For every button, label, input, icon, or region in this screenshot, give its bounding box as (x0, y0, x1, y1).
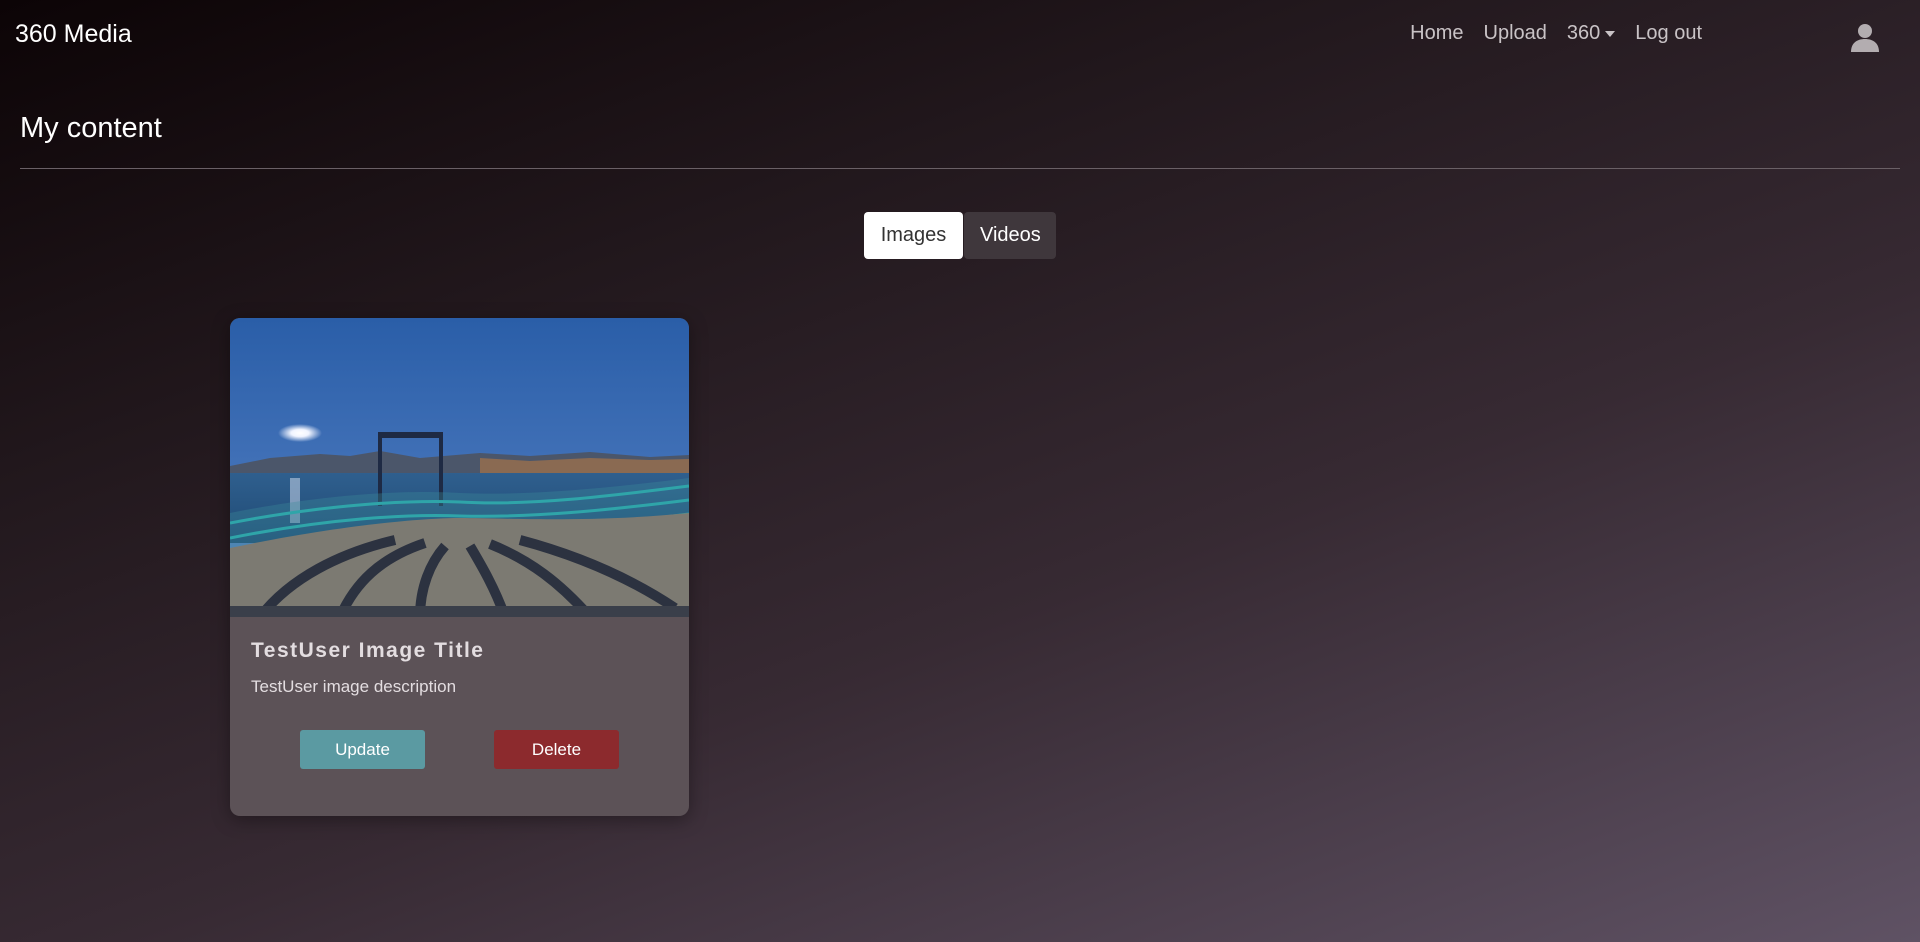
nav-link-upload[interactable]: Upload (1474, 22, 1557, 45)
card-description: TestUser image description (251, 677, 457, 696)
nav-dropdown-360[interactable]: 360 (1557, 22, 1625, 45)
tab-images[interactable]: Images (864, 212, 963, 259)
user-icon[interactable] (1850, 22, 1880, 52)
brand-link[interactable]: 360 Media (15, 20, 132, 49)
card-title: TestUser Image Title (251, 639, 485, 662)
caret-down-icon (1605, 30, 1616, 37)
card-image[interactable] (230, 318, 689, 617)
nav-dropdown-360-label: 360 (1566, 22, 1601, 44)
content-type-toggle: Images Videos (864, 212, 1056, 259)
delete-button[interactable]: Delete (494, 730, 619, 769)
title-divider (20, 168, 1900, 169)
nav-links: Home Upload 360 Log out (1400, 22, 1712, 45)
nav-link-logout[interactable]: Log out (1625, 22, 1712, 45)
top-navbar: 360 Media Home Upload 360 Log out (0, 0, 1920, 70)
content-card: TestUser Image Title TestUser image desc… (230, 318, 689, 816)
nav-link-home[interactable]: Home (1400, 22, 1473, 45)
tab-videos[interactable]: Videos (964, 212, 1056, 259)
update-button[interactable]: Update (300, 730, 425, 769)
page-title: My content (20, 112, 162, 144)
